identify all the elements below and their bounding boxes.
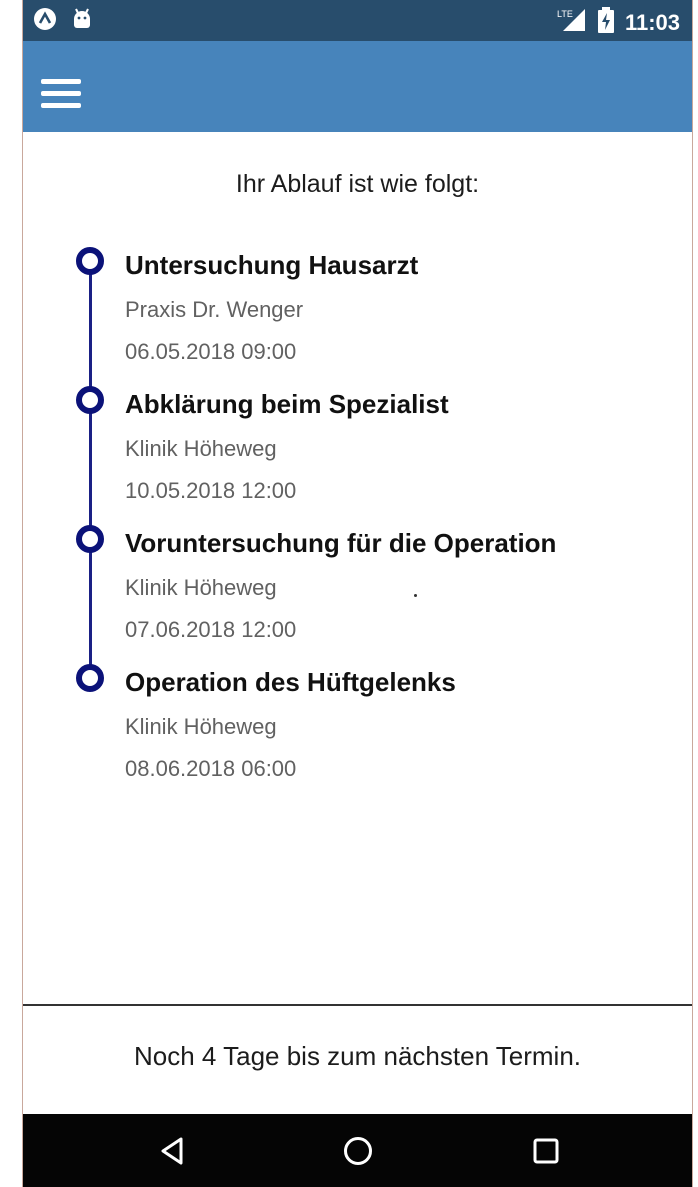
lte-signal-icon: LTE	[557, 7, 587, 38]
app-bar	[23, 41, 692, 132]
app-a-icon	[33, 7, 57, 36]
android-icon	[71, 7, 93, 36]
timeline-item[interactable]: Abklärung beim Spezialist Klinik Höheweg…	[23, 271, 692, 503]
status-bar: LTE 11:03	[23, 0, 692, 41]
recents-icon[interactable]	[529, 1134, 563, 1168]
battery-charging-icon	[597, 7, 615, 38]
hamburger-menu-icon[interactable]	[41, 79, 81, 109]
timeline-item[interactable]: Operation des Hüftgelenks Klinik Höheweg…	[23, 549, 692, 781]
status-time: 11:03	[624, 9, 680, 35]
content-area: Ihr Ablauf ist wie folgt: Untersuchung H…	[23, 132, 692, 1004]
timeline-item[interactable]: Untersuchung Hausarzt Praxis Dr. Wenger …	[23, 132, 692, 364]
app-window: LTE 11:03 Ihr Ablauf ist wie folgt: Unte…	[22, 0, 693, 1187]
timeline-dot-icon	[76, 664, 104, 692]
footer: Noch 4 Tage bis zum nächsten Termin.	[23, 1004, 692, 1114]
timeline-item-place: Klinik Höheweg	[125, 714, 277, 739]
timeline-item-datetime: 08.06.2018 06:00	[125, 756, 297, 781]
next-appointment-text: Noch 4 Tage bis zum nächsten Termin.	[133, 1041, 582, 1071]
timeline-item-title: Operation des Hüftgelenks	[125, 667, 456, 697]
timeline-item[interactable]: Voruntersuchung für die Operation Klinik…	[23, 410, 692, 642]
timeline: Untersuchung Hausarzt Praxis Dr. Wenger …	[23, 132, 692, 1004]
artifact-dot	[414, 594, 417, 597]
system-nav-bar	[23, 1114, 692, 1187]
home-icon[interactable]	[341, 1134, 375, 1168]
network-label: LTE	[557, 9, 573, 19]
back-icon[interactable]	[155, 1134, 189, 1168]
